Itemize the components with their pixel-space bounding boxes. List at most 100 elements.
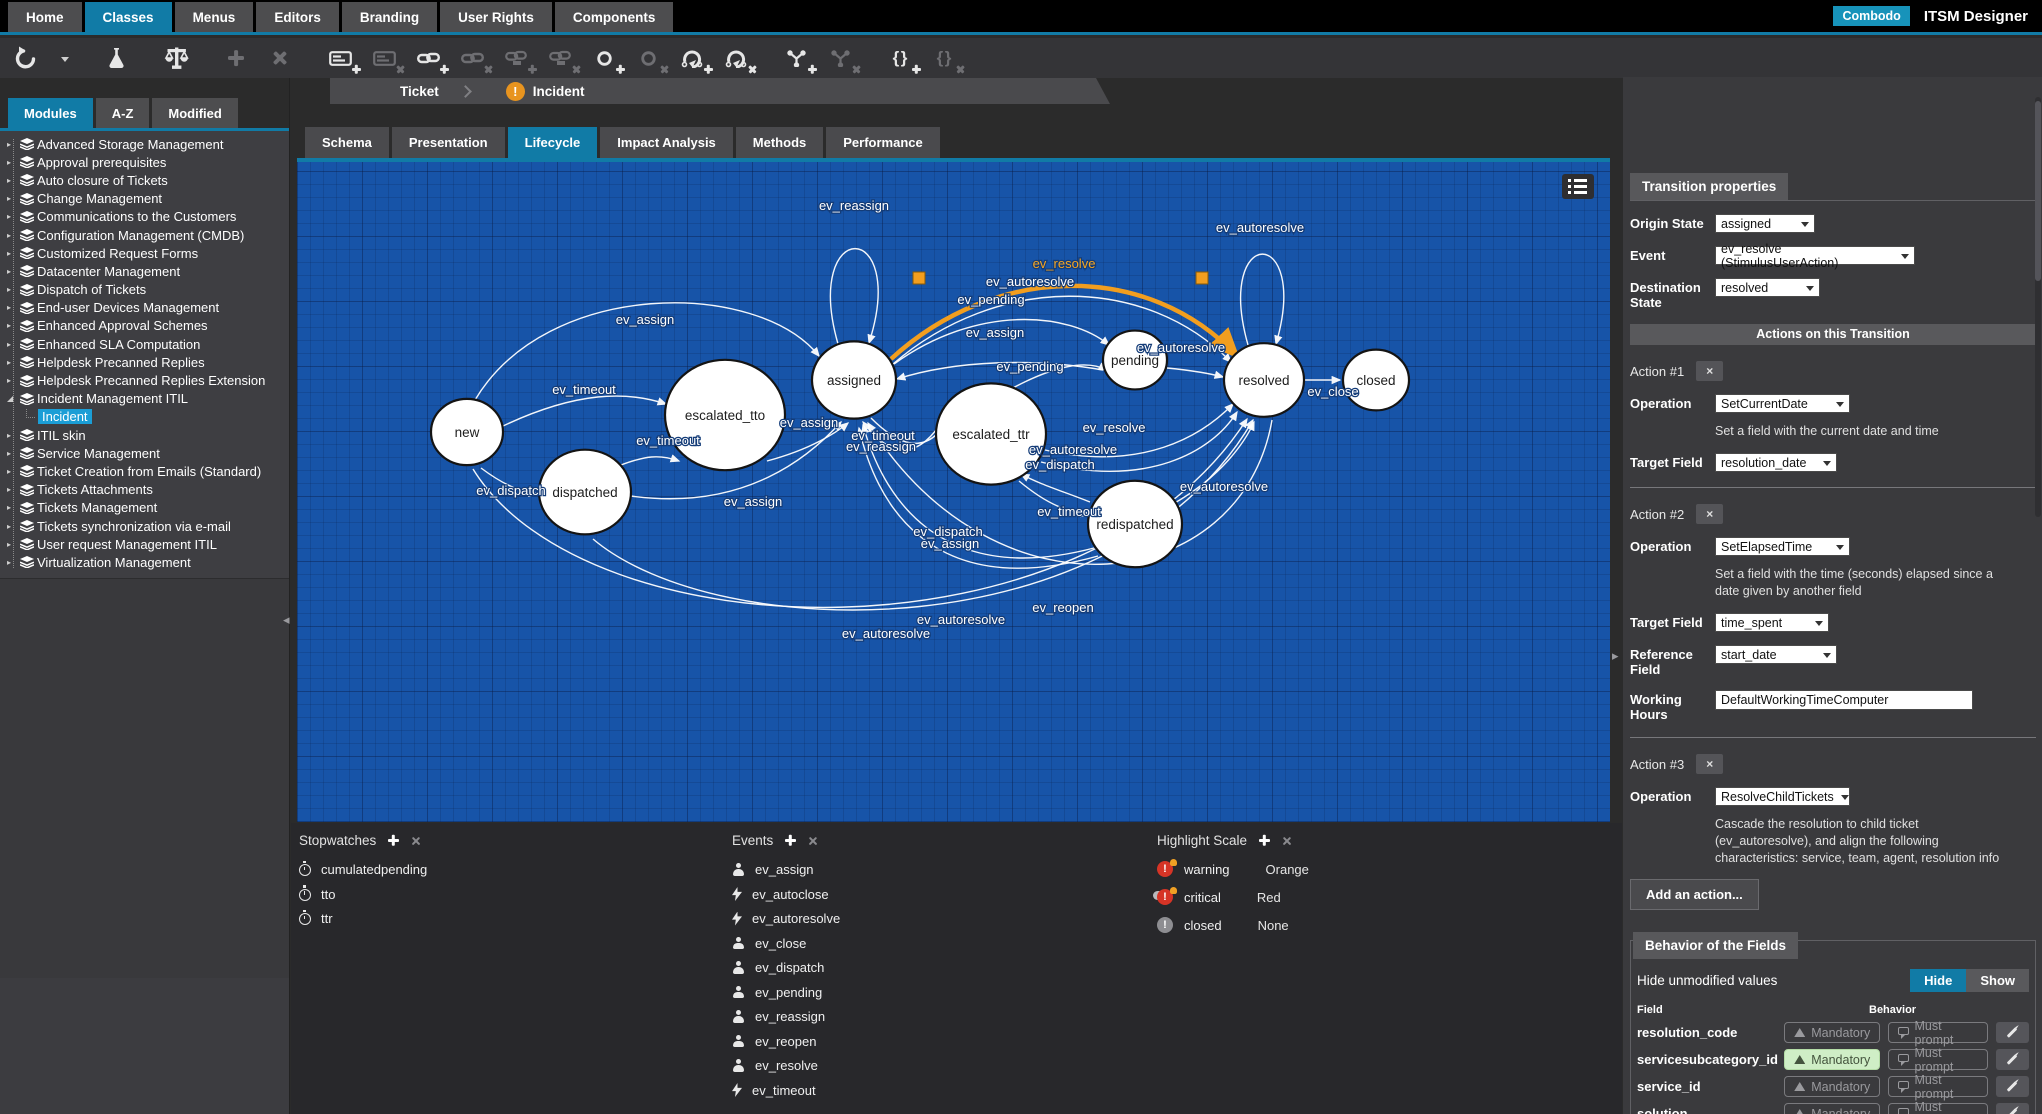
sidebar-item-datacenter-management[interactable]: ▸ Datacenter Management [0, 262, 289, 280]
transition-label[interactable]: ev_autoresolve [1179, 478, 1270, 496]
add-method-button[interactable]: { } [887, 44, 921, 72]
expand-arrow-icon[interactable]: ▸ [7, 267, 20, 276]
transition-label[interactable]: ev_reassign [845, 438, 918, 456]
sidebar-item-helpdesk-precanned-replies-extension[interactable]: ▸ Helpdesk Precanned Replies Extension [0, 371, 289, 389]
reference-field-select[interactable]: start_date [1715, 645, 1837, 664]
expand-arrow-icon[interactable]: ▸ [7, 358, 20, 367]
edit-field-button[interactable] [1995, 1022, 2029, 1043]
edit-field-button[interactable] [1995, 1103, 2029, 1114]
undo-button[interactable] [12, 44, 38, 72]
sidebar-item-approval-prerequisites[interactable]: ▸ Approval prerequisites [0, 153, 289, 171]
add-field-button[interactable] [327, 44, 361, 72]
transition-label[interactable]: ev_assign [614, 311, 675, 329]
expand-arrow-icon[interactable]: ▸ [7, 303, 20, 312]
sidebar-item-enhanced-approval-schemes[interactable]: ▸ Enhanced Approval Schemes [0, 317, 289, 335]
destination-state-select[interactable]: resolved [1715, 278, 1820, 297]
tab-performance[interactable]: Performance [826, 127, 940, 158]
sidebar-item-tickets-management[interactable]: ▸ Tickets Management [0, 499, 289, 517]
edit-field-button[interactable] [1995, 1076, 2029, 1097]
delete-field-button[interactable] [371, 44, 397, 72]
hide-button[interactable]: Hide [1910, 969, 1967, 992]
menu-tab-classes[interactable]: Classes [84, 2, 172, 32]
expand-arrow-icon[interactable]: ▸ [7, 522, 20, 531]
sidebar-item-end-user-devices-management[interactable]: ▸ End-user Devices Management [0, 299, 289, 317]
target-field-select[interactable]: resolution_date [1715, 453, 1837, 472]
transition-label[interactable]: ev_autoresolve [1136, 339, 1227, 357]
expand-arrow-icon[interactable]: ▸ [7, 231, 20, 240]
list-item-ev_assign[interactable]: ev_assign [732, 862, 840, 877]
operation-select[interactable]: SetCurrentDate [1715, 394, 1850, 413]
breadcrumb-item-ticket[interactable]: Ticket [400, 84, 439, 99]
menu-tab-branding[interactable]: Branding [341, 2, 438, 32]
list-item-ev_autoclose[interactable]: ev_autoclose [732, 887, 840, 902]
sidebar-item-customized-request-forms[interactable]: ▸ Customized Request Forms [0, 244, 289, 262]
panel-scrollbar[interactable] [2035, 97, 2041, 517]
target-field-select[interactable]: time_spent [1715, 613, 1829, 632]
list-item-ev_close[interactable]: ev_close [732, 936, 840, 951]
menu-tab-menus[interactable]: Menus [174, 2, 254, 32]
expand-arrow-icon[interactable]: ▸ [7, 321, 20, 330]
state-assigned[interactable]: assigned [810, 340, 898, 420]
list-item-ev_autoresolve[interactable]: ev_autoresolve [732, 911, 840, 926]
transition-edge[interactable] [829, 247, 879, 345]
tab-lifecycle[interactable]: Lifecycle [507, 127, 598, 158]
delete-relation-button[interactable] [827, 44, 853, 72]
expand-arrow-icon[interactable]: ▸ [7, 176, 20, 185]
delete-highlight-button[interactable] [1282, 836, 1292, 846]
collapse-arrow-icon[interactable]: ◢ [7, 394, 20, 403]
expand-arrow-icon[interactable]: ▸ [7, 503, 20, 512]
sidebar-item-change-management[interactable]: ▸ Change Management [0, 190, 289, 208]
mandatory-button[interactable]: Mandatory [1784, 1049, 1881, 1070]
add-event-button[interactable] [785, 835, 797, 846]
transition-label[interactable]: ev_timeout [635, 432, 701, 450]
sidebar-tab-modules[interactable]: Modules [8, 98, 93, 128]
sidebar-item-incident[interactable]: Incident [0, 408, 289, 426]
add-highlight-button[interactable] [1259, 835, 1271, 846]
sidebar-item-auto-closure-of-tickets[interactable]: ▸ Auto closure of Tickets [0, 171, 289, 189]
list-item-ev_timeout[interactable]: ev_timeout [732, 1083, 840, 1098]
add-relation-button[interactable] [783, 44, 817, 72]
sidebar-item-virtualization-management[interactable]: ▸ Virtualization Management [0, 553, 289, 571]
state-new[interactable]: new [429, 397, 505, 467]
sidebar-item-dispatch-of-tickets[interactable]: ▸ Dispatch of Tickets [0, 281, 289, 299]
transition-label[interactable]: ev_pending [995, 358, 1065, 376]
expand-arrow-icon[interactable]: ▸ [7, 249, 20, 258]
sidebar-item-itil-skin[interactable]: ▸ ITIL skin [0, 426, 289, 444]
transition-label[interactable]: ev_reassign [818, 197, 891, 215]
sidebar-item-communications-to-the-customers[interactable]: ▸ Communications to the Customers [0, 208, 289, 226]
menu-tab-home[interactable]: Home [8, 2, 82, 32]
state-dispatched[interactable]: dispatched [537, 448, 633, 536]
transition-label[interactable]: ev_assign [778, 414, 839, 432]
list-item-tto[interactable]: tto [299, 885, 427, 902]
working-hours-input[interactable]: DefaultWorkingTimeComputer [1715, 690, 1973, 710]
must-prompt-button[interactable]: Must prompt [1888, 1046, 1988, 1074]
sidebar-item-tickets-attachments[interactable]: ▸ Tickets Attachments [0, 481, 289, 499]
sidebar-item-configuration-management-cmdb-[interactable]: ▸ Configuration Management (CMDB) [0, 226, 289, 244]
add-action-button[interactable]: Add an action... [1630, 879, 1759, 910]
transition-label[interactable]: ev_autoresolve [1028, 441, 1119, 459]
transition-edge[interactable] [620, 454, 681, 466]
transition-label[interactable]: ev_timeout [551, 381, 617, 399]
list-item-ev_reopen[interactable]: ev_reopen [732, 1034, 840, 1049]
tab-impact-analysis[interactable]: Impact Analysis [600, 127, 733, 158]
selection-handle[interactable] [1195, 271, 1209, 285]
transition-edge[interactable] [502, 395, 668, 427]
diagram-legend-button[interactable] [1562, 174, 1594, 199]
delete-button[interactable] [267, 44, 293, 72]
sidebar-item-tickets-synchronization-via-e-mail[interactable]: ▸ Tickets synchronization via e-mail [0, 517, 289, 535]
list-item-closed[interactable]: ! closed None [1157, 917, 1309, 933]
add-class-button[interactable] [591, 44, 625, 72]
panel-collapse-handle[interactable]: ▸ [1612, 648, 1619, 664]
test-flask-button[interactable] [103, 44, 129, 72]
menu-tab-user-rights[interactable]: User Rights [440, 2, 552, 32]
mandatory-button[interactable]: Mandatory [1784, 1103, 1881, 1114]
sidebar-tab-modified[interactable]: Modified [152, 98, 238, 128]
state-closed[interactable]: closed [1341, 348, 1411, 412]
add-button[interactable] [223, 44, 249, 72]
list-item-ev_resolve[interactable]: ev_resolve [732, 1058, 840, 1073]
transition-label[interactable]: ev_timeout [1036, 503, 1102, 521]
tab-schema[interactable]: Schema [305, 127, 389, 158]
transition-label[interactable]: ev_autoresolve [916, 611, 1007, 629]
transition-label[interactable]: ev_pending [956, 291, 1026, 309]
event-select[interactable]: ev_resolve (StimulusUserAction) [1715, 242, 1915, 270]
